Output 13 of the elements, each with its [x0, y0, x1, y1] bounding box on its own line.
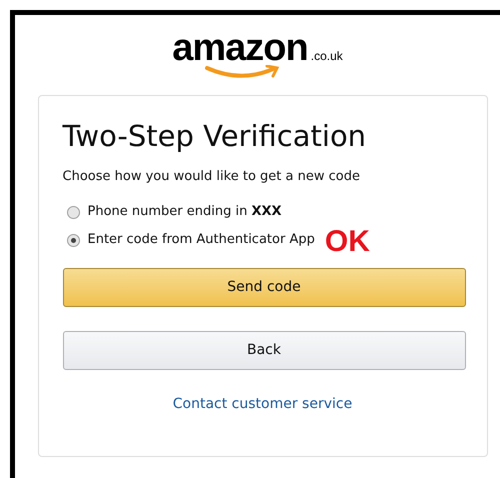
page-title: Two-Step Verification: [62, 118, 368, 154]
logo-wordmark: amazon: [172, 29, 308, 67]
radio-button[interactable]: [66, 234, 80, 246]
contact-link[interactable]: Contact customer service: [172, 394, 352, 415]
option-label: Phone number ending in XXX: [88, 203, 282, 221]
send-code-button[interactable]: Send code: [62, 268, 466, 307]
smile-arrow-icon: [204, 65, 280, 79]
prompt-text: Choose how you would like to get a new code: [62, 168, 361, 186]
back-button[interactable]: Back: [62, 331, 466, 370]
option-label: Enter code from Authenticator App: [88, 231, 315, 249]
logo-domain: .co.uk: [310, 49, 343, 63]
radio-button[interactable]: [66, 206, 80, 218]
annotation-text: OK: [324, 230, 370, 254]
